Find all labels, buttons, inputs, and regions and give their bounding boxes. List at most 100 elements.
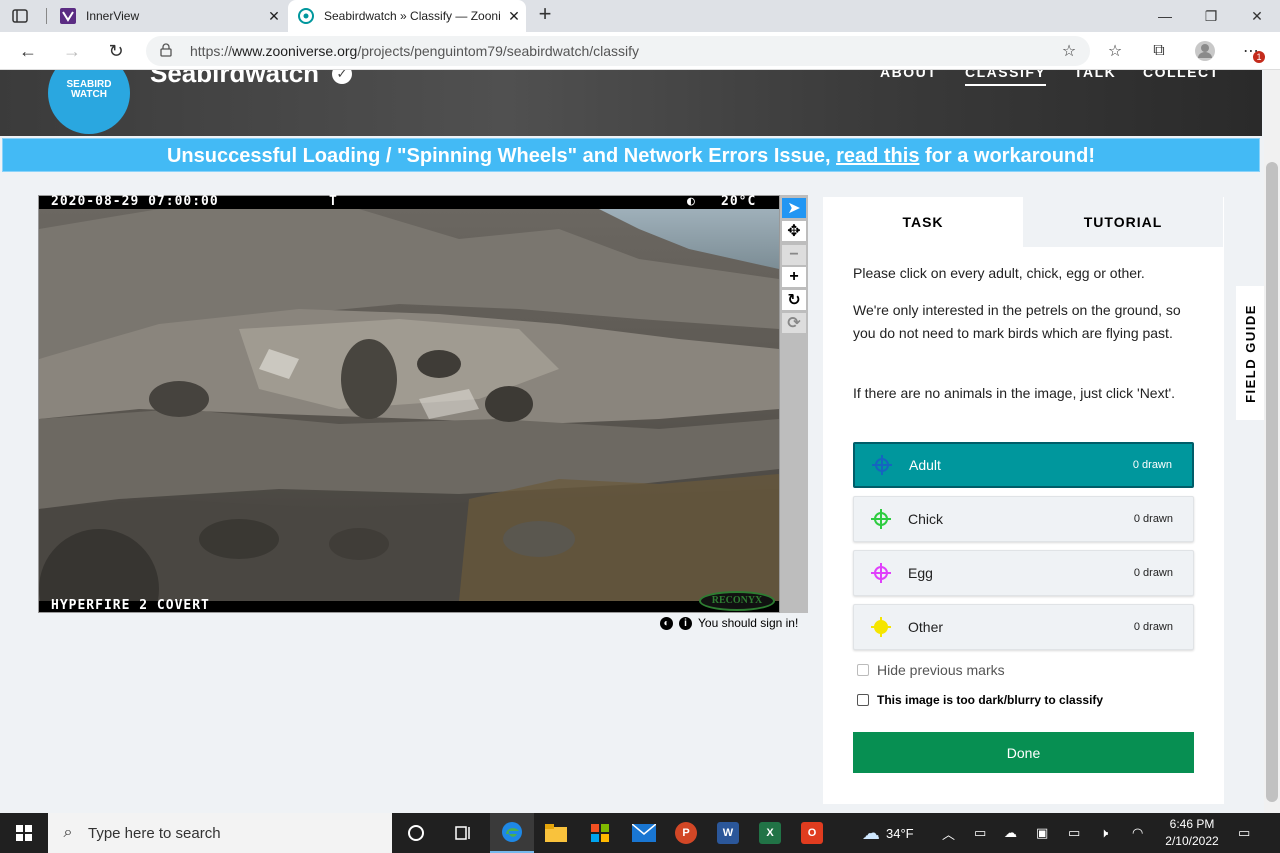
nav-about[interactable]: ABOUT xyxy=(880,70,937,80)
back-icon[interactable]: ← xyxy=(16,39,40,63)
add-favorite-icon[interactable]: ☆ xyxy=(1058,40,1080,62)
profile-avatar[interactable] xyxy=(1194,40,1216,62)
reset-icon[interactable]: ⟳ xyxy=(782,313,806,333)
hide-marks-checkbox[interactable]: Hide previous marks xyxy=(857,662,1005,678)
checkbox-label: This image is too dark/blurry to classif… xyxy=(877,693,1104,707)
checkbox-box[interactable] xyxy=(857,664,869,676)
restore-icon[interactable]: ❐ xyxy=(1188,0,1234,32)
meet-now-icon[interactable]: ▭ xyxy=(974,813,986,853)
subject-image-viewer[interactable]: 2020-08-29 07:00:00 T ◐ 20°C HYPERFIRE 2… xyxy=(38,194,780,613)
windows-start-icon[interactable] xyxy=(0,813,48,853)
project-logo[interactable]: SEABIRD WATCH xyxy=(48,70,130,134)
move-icon[interactable]: ✥ xyxy=(782,221,806,241)
instruction-1: Please click on every adult, chick, egg … xyxy=(853,265,1145,281)
edge-icon[interactable] xyxy=(490,813,534,853)
tool-other-button[interactable]: Other 0 drawn xyxy=(853,604,1194,650)
subject-photo[interactable] xyxy=(39,209,779,601)
field-guide-tab[interactable]: FIELD GUIDE xyxy=(1236,286,1264,420)
banner-link[interactable]: read this xyxy=(836,145,919,167)
close-tab-icon[interactable]: ✕ xyxy=(502,8,526,25)
project-header: SEABIRD WATCH Seabirdwatch ✓ ABOUT CLASS… xyxy=(0,70,1262,136)
tab-innerview[interactable]: InnerView ✕ xyxy=(50,0,286,32)
field-guide-label: FIELD GUIDE xyxy=(1242,303,1258,403)
project-title[interactable]: Seabirdwatch xyxy=(150,70,319,89)
task-view-icon[interactable] xyxy=(441,813,485,853)
powerpoint-glyph: P xyxy=(675,822,697,844)
show-hidden-icons[interactable]: ︿ xyxy=(942,813,955,853)
microsoft-store-icon[interactable] xyxy=(578,813,622,853)
minimize-icon[interactable]: — xyxy=(1142,0,1188,32)
rotate-icon[interactable]: ↻ xyxy=(782,290,806,310)
cloud-icon: ☁ xyxy=(862,822,880,843)
zooniverse-favicon xyxy=(298,8,314,24)
collections-icon[interactable]: ⧉ xyxy=(1148,40,1170,62)
file-explorer-icon[interactable] xyxy=(534,813,578,853)
taskbar-clock[interactable]: 6:46 PM 2/10/2022 xyxy=(1152,816,1232,850)
tool-chick-button[interactable]: Chick 0 drawn xyxy=(853,496,1194,542)
task-panel: TASK TUTORIAL Please click on every adul… xyxy=(823,197,1224,804)
word-glyph: W xyxy=(717,822,739,844)
logo-text-line2: WATCH xyxy=(71,89,107,100)
browser-tab-bar: InnerView ✕ Seabirdwatch » Classify — Zo… xyxy=(0,0,1280,32)
new-tab-icon[interactable]: + xyxy=(533,3,557,27)
crosshair-icon xyxy=(854,509,908,529)
crosshair-icon xyxy=(854,563,908,583)
invert-icon[interactable]: ◐ xyxy=(660,616,673,630)
pointer-icon[interactable]: ➤ xyxy=(782,198,806,218)
refresh-icon[interactable]: ↻ xyxy=(104,39,128,63)
battery-icon[interactable]: ▭ xyxy=(1068,813,1080,853)
volume-muted-icon[interactable]: 🕨 xyxy=(1100,813,1108,853)
zoom-in-icon[interactable]: + xyxy=(782,267,806,287)
tool-adult-button[interactable]: Adult 0 drawn xyxy=(853,442,1194,488)
tab-task[interactable]: TASK xyxy=(823,197,1023,247)
zoom-out-icon[interactable]: − xyxy=(782,245,806,265)
info-icon[interactable]: i xyxy=(679,616,692,630)
favorites-icon[interactable]: ☆ xyxy=(1104,40,1126,62)
powerpoint-icon[interactable]: P xyxy=(664,813,708,853)
banner-text-end: for a workaround! xyxy=(919,145,1096,167)
excel-icon[interactable]: X xyxy=(748,813,792,853)
weather-temp: 34°F xyxy=(886,825,914,841)
address-bar[interactable]: https://www.zooniverse.org/projects/peng… xyxy=(146,36,1090,66)
url-prefix: https:// xyxy=(190,43,233,59)
mail-icon[interactable] xyxy=(622,813,666,853)
close-window-icon[interactable]: ✕ xyxy=(1234,0,1280,32)
url-host: www.zooniverse.org xyxy=(232,43,358,59)
tab-separator xyxy=(46,8,47,24)
checkbox-box[interactable] xyxy=(857,694,869,706)
onedrive-icon[interactable]: ☁ xyxy=(1004,813,1017,853)
tab-title: InnerView xyxy=(86,9,140,23)
camera-model-stamp: HYPERFIRE 2 COVERT xyxy=(51,598,210,613)
banner-text: Unsuccessful Loading / "Spinning Wheels"… xyxy=(166,145,837,167)
innerview-favicon xyxy=(60,8,76,24)
weather-widget[interactable]: ☁ 34°F xyxy=(862,813,914,853)
nav-talk[interactable]: TALK xyxy=(1074,70,1116,80)
taskbar-search[interactable]: ⌕ Type here to search xyxy=(48,813,392,853)
tool-count: 0 drawn xyxy=(1133,567,1173,579)
done-button[interactable]: Done xyxy=(853,732,1194,773)
tab-actions-icon[interactable] xyxy=(10,6,30,26)
word-icon[interactable]: W xyxy=(706,813,750,853)
tool-label: Chick xyxy=(908,511,944,527)
tool-count: 0 drawn xyxy=(1132,459,1172,471)
too-dark-checkbox[interactable]: This image is too dark/blurry to classif… xyxy=(857,693,1103,707)
nav-collect[interactable]: COLLECT xyxy=(1143,70,1220,80)
close-tab-icon[interactable]: ✕ xyxy=(262,8,286,25)
reconyx-logo: RECONYX xyxy=(699,591,775,611)
lock-icon[interactable] xyxy=(160,42,176,60)
tool-egg-button[interactable]: Egg 0 drawn xyxy=(853,550,1194,596)
temperature-stamp: 20°C xyxy=(721,194,757,209)
cortana-icon[interactable] xyxy=(394,813,438,853)
network-icon[interactable]: ◠ xyxy=(1132,813,1143,853)
scrollbar-thumb[interactable] xyxy=(1266,162,1278,802)
forward-icon[interactable]: → xyxy=(60,39,84,63)
nav-classify[interactable]: CLASSIFY xyxy=(965,70,1047,86)
tab-seabirdwatch[interactable]: Seabirdwatch » Classify — Zooni ✕ xyxy=(288,0,526,32)
timestamp-stamp: 2020-08-29 07:00:00 xyxy=(51,194,219,209)
clock-time: 6:46 PM xyxy=(1169,817,1215,831)
office-icon[interactable]: O xyxy=(790,813,834,853)
notifications-icon[interactable]: ▭ xyxy=(1238,813,1250,853)
security-icon[interactable]: ▣ xyxy=(1036,813,1048,853)
camera-marker: T xyxy=(329,194,338,209)
tab-tutorial[interactable]: TUTORIAL xyxy=(1023,197,1223,247)
